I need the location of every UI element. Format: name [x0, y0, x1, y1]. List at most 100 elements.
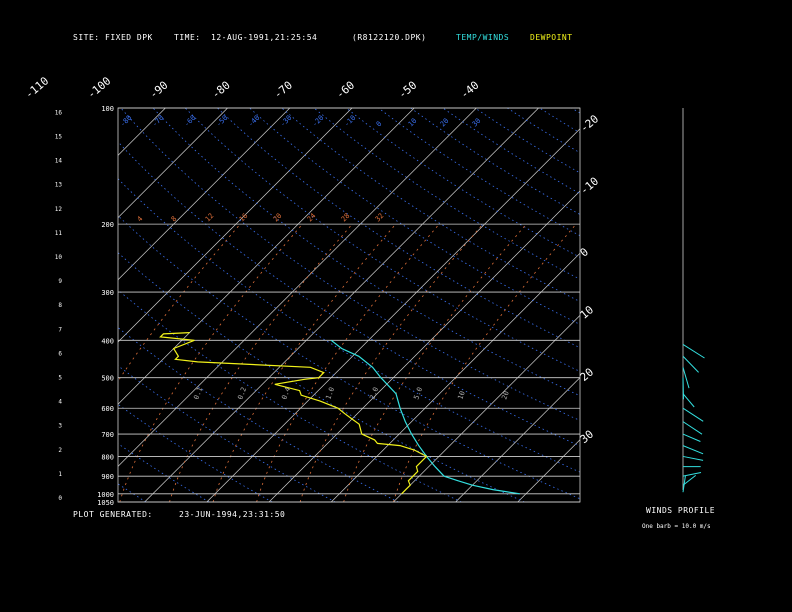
- dry-adiabat: [120, 108, 580, 422]
- dry-adiabat: [474, 108, 580, 174]
- dry-adiabat-label: -70: [151, 114, 166, 129]
- height-tick-label: 6: [58, 350, 62, 357]
- height-tick-label: 14: [55, 158, 63, 165]
- pressure-tick-label: 1000: [97, 491, 114, 499]
- mixing-ratio-line: [169, 223, 353, 502]
- dry-adiabat: [118, 483, 147, 502]
- dry-adiabat-label: -10: [343, 114, 358, 129]
- dry-adiabat: [442, 108, 580, 195]
- isotherm-line: [118, 108, 415, 405]
- height-tick-label: 5: [58, 375, 62, 382]
- mixing-ratio-line: [299, 223, 484, 502]
- mixing-ratio-label: 32: [374, 212, 386, 224]
- isotherm-line: [330, 252, 580, 502]
- mixing-ratio-line: [212, 223, 397, 502]
- file-name: (R8122120.DPK): [352, 33, 426, 42]
- dry-adiabat-label: -50: [215, 114, 230, 129]
- dry-adiabat: [281, 108, 580, 303]
- isotherm-line: [118, 108, 228, 219]
- height-tick-label: 8: [58, 302, 62, 309]
- dry-adiabat: [118, 403, 273, 502]
- time-value: 12-AUG-1991,21:25:54: [211, 33, 317, 42]
- isotherm-label-top: -70: [271, 79, 295, 102]
- height-tick-label: 10: [55, 254, 63, 261]
- wind-barb: [682, 355, 699, 373]
- wind-barb: [682, 367, 690, 389]
- isotherm-line: [118, 108, 166, 156]
- wind-barb: [682, 472, 702, 477]
- isotherm-label-top: -60: [334, 79, 358, 102]
- mixing-ratio-label: 12: [204, 212, 216, 224]
- isotherm-label-right: -10: [578, 175, 602, 198]
- isotherm-label-top: -100: [85, 74, 114, 101]
- plot-generated-label: PLOT GENERATED:: [73, 510, 153, 519]
- wind-barb: [682, 393, 695, 408]
- isotherm-line: [393, 314, 580, 502]
- plot-inner: [0, 108, 580, 502]
- lower-mixing-label: 1.0: [324, 386, 336, 401]
- isotherm-label-top: -110: [23, 74, 52, 101]
- plot-generated-value: 23-JUN-1994,23:31:50: [179, 510, 285, 519]
- isotherm-label-top: -40: [458, 79, 482, 102]
- dry-adiabat: [217, 108, 580, 349]
- isotherm-line: [118, 108, 291, 281]
- lower-mixing-label: 0.2: [236, 386, 248, 401]
- isotherm-line: [206, 128, 580, 502]
- legend-temp: TEMP/WINDS: [456, 33, 509, 42]
- height-tick-label: 15: [55, 134, 63, 141]
- isotherm-label-top: -80: [209, 79, 233, 102]
- dry-adiabat: [571, 108, 580, 114]
- pressure-tick-label: 200: [101, 221, 114, 229]
- isotherm-line: [118, 108, 353, 343]
- site-label: SITE:: [73, 33, 100, 42]
- dry-adiabat: [249, 108, 580, 325]
- winds-barb-note: One barb = 10.0 m/s: [642, 523, 711, 530]
- plot-area: 1002003004005006007008009001000105001234…: [0, 74, 705, 507]
- skewt-chart: SITE: FIXED DPK TIME: 12-AUG-1991,21:25:…: [0, 33, 715, 530]
- isotherm-line: [144, 108, 539, 502]
- mixing-ratio-label: 4: [136, 215, 145, 224]
- isotherm-label-right: -20: [578, 112, 602, 135]
- wind-barb: [682, 433, 701, 442]
- isotherm-line: [0, 108, 103, 502]
- lower-mixing-label: 0.1: [192, 386, 204, 401]
- isotherm-label-top: -50: [396, 79, 420, 102]
- height-tick-label: 2: [58, 447, 62, 454]
- mixing-ratio-line: [393, 223, 577, 502]
- dry-adiabat-label: -80: [119, 114, 134, 129]
- pressure-tick-label: 400: [101, 337, 114, 345]
- wind-barb: [682, 455, 704, 461]
- plot-frame: [117, 107, 581, 503]
- height-tick-label: 12: [55, 206, 63, 213]
- dry-adiabat: [313, 108, 580, 280]
- dry-adiabat: [118, 141, 580, 447]
- pressure-tick-label: 600: [101, 405, 114, 413]
- dry-adiabat-label: -20: [311, 114, 326, 129]
- height-tick-label: 16: [55, 109, 63, 116]
- wind-barb: [682, 445, 704, 455]
- dry-adiabat: [0, 108, 83, 502]
- isotherm-line: [579, 501, 580, 502]
- height-tick-label: 7: [58, 326, 62, 333]
- dry-adiabat-label: 10: [407, 117, 419, 129]
- pressure-tick-label: 800: [101, 453, 114, 461]
- height-tick-label: 3: [58, 423, 62, 430]
- isotherm-line: [517, 439, 580, 502]
- dry-adiabat: [118, 178, 580, 473]
- dry-adiabat: [118, 252, 525, 502]
- height-tick-label: 11: [55, 230, 63, 237]
- dry-adiabat-label: 0: [375, 120, 384, 129]
- winds-profile-title: WINDS PROFILE: [646, 506, 715, 515]
- height-tick-label: 4: [58, 399, 62, 406]
- isotherm-line: [0, 108, 41, 502]
- dry-adiabat: [184, 108, 580, 372]
- height-tick-label: 13: [55, 182, 63, 189]
- dry-adiabat: [118, 443, 210, 502]
- lower-mixing-label: 2.0: [368, 386, 380, 401]
- dry-adiabat-label: 20: [439, 117, 451, 129]
- dry-adiabat: [410, 108, 580, 215]
- pressure-tick-label: 300: [101, 289, 114, 297]
- pressure-tick-label: 900: [101, 473, 114, 481]
- wind-barb: [682, 377, 684, 400]
- pressure-tick-label: 700: [101, 431, 114, 439]
